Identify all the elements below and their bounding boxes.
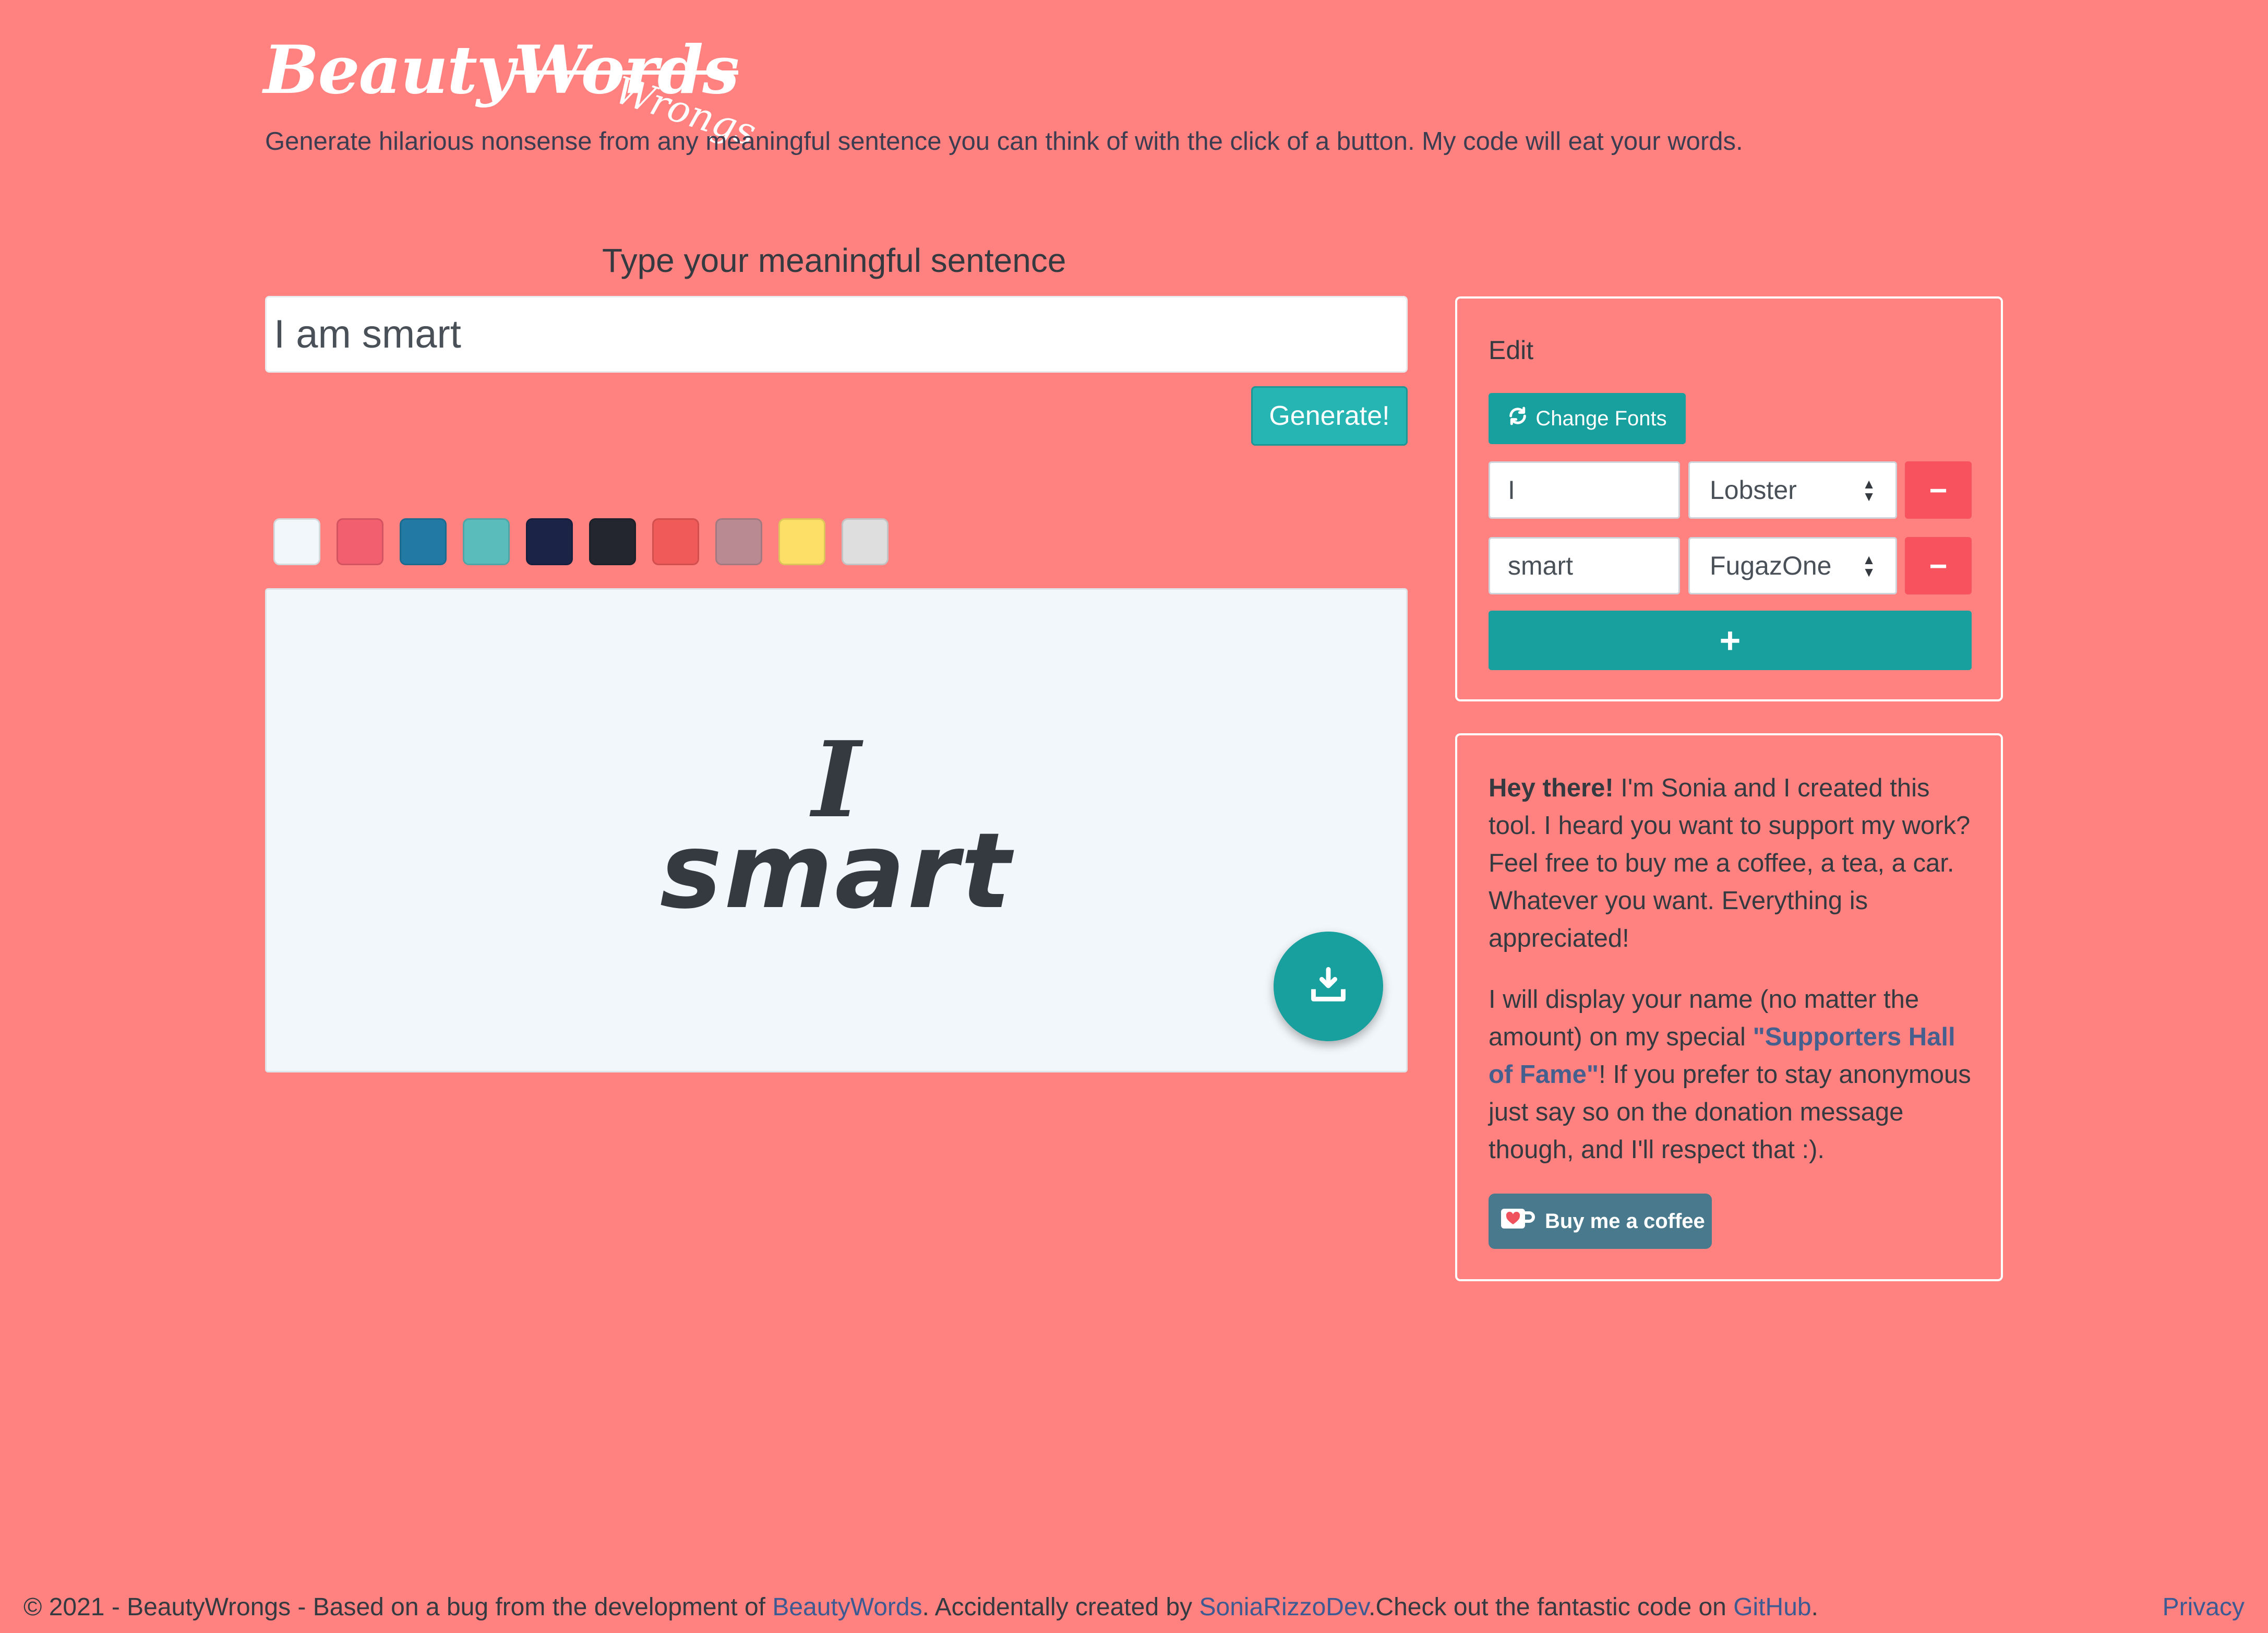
footer-text: © 2021 - BeautyWrongs - Based on a bug f… — [23, 1593, 773, 1621]
color-swatch[interactable] — [273, 518, 320, 565]
color-swatch[interactable] — [842, 518, 889, 565]
select-arrows-icon: ▲ ▼ — [1862, 476, 1876, 504]
tagline: Generate hilarious nonsense from any mea… — [265, 127, 1743, 156]
refresh-icon — [1507, 406, 1528, 432]
select-arrows-icon: ▲ ▼ — [1862, 552, 1876, 580]
edit-panel: Edit Change Fonts Lobster ▲▼ − FugazOne … — [1455, 296, 2003, 701]
support-intro: Hey there! I'm Sonia and I created this … — [1489, 769, 1984, 957]
word-input[interactable] — [1489, 461, 1680, 519]
footer-text: . — [1811, 1593, 1818, 1621]
change-fonts-label: Change Fonts — [1535, 407, 1667, 430]
sentence-input[interactable] — [265, 296, 1408, 373]
font-select[interactable]: FugazOne ▲ ▼ — [1688, 537, 1897, 594]
color-swatch[interactable] — [400, 518, 447, 565]
coffee-cup-icon — [1499, 1206, 1535, 1237]
greeting: Hey there! — [1489, 774, 1614, 802]
color-swatch[interactable] — [589, 518, 636, 565]
word-input[interactable] — [1489, 537, 1680, 594]
footer: © 2021 - BeautyWrongs - Based on a bug f… — [23, 1593, 1818, 1622]
font-select[interactable]: Lobster ▲ ▼ — [1688, 461, 1897, 519]
remove-word-button[interactable]: − — [1905, 461, 1972, 519]
color-swatch[interactable] — [715, 518, 762, 565]
sentence-label: Type your meaningful sentence — [602, 242, 1066, 279]
remove-word-button[interactable]: − — [1905, 537, 1972, 594]
color-swatch[interactable] — [526, 518, 573, 565]
download-button[interactable] — [1274, 932, 1383, 1041]
edit-title: Edit — [1489, 336, 1534, 365]
beautywords-link[interactable]: BeautyWords — [772, 1593, 922, 1621]
buy-me-coffee-button[interactable]: Buy me a coffee — [1489, 1194, 1712, 1249]
change-fonts-button[interactable]: Change Fonts — [1489, 393, 1686, 444]
footer-text: .Check out the fantastic code on — [1369, 1593, 1734, 1621]
support-hall-of-fame: I will display your name (no matter the … — [1489, 981, 1984, 1169]
github-link[interactable]: GitHub — [1733, 1593, 1811, 1621]
color-swatches — [273, 518, 889, 565]
color-swatch[interactable] — [778, 518, 825, 565]
color-swatch[interactable] — [337, 518, 383, 565]
add-word-button[interactable]: + — [1489, 611, 1972, 670]
generate-button[interactable]: Generate! — [1251, 386, 1408, 446]
footer-text: . Accidentally created by — [922, 1593, 1199, 1621]
color-swatch[interactable] — [652, 518, 699, 565]
privacy-link[interactable]: Privacy — [2163, 1593, 2245, 1622]
preview-word-2: smart — [659, 810, 1013, 932]
coffee-label: Buy me a coffee — [1545, 1209, 1705, 1233]
author-link[interactable]: SoniaRizzoDev — [1199, 1593, 1369, 1621]
font-select-value: FugazOne — [1710, 551, 1832, 580]
logo-beauty: Beauty — [263, 31, 514, 109]
app-logo: BeautyWords Wrongs — [263, 31, 761, 154]
support-panel: Hey there! I'm Sonia and I created this … — [1455, 733, 2003, 1281]
download-icon — [1309, 966, 1348, 1007]
font-select-value: Lobster — [1710, 475, 1797, 505]
preview-canvas: I smart — [265, 588, 1408, 1072]
color-swatch[interactable] — [463, 518, 510, 565]
